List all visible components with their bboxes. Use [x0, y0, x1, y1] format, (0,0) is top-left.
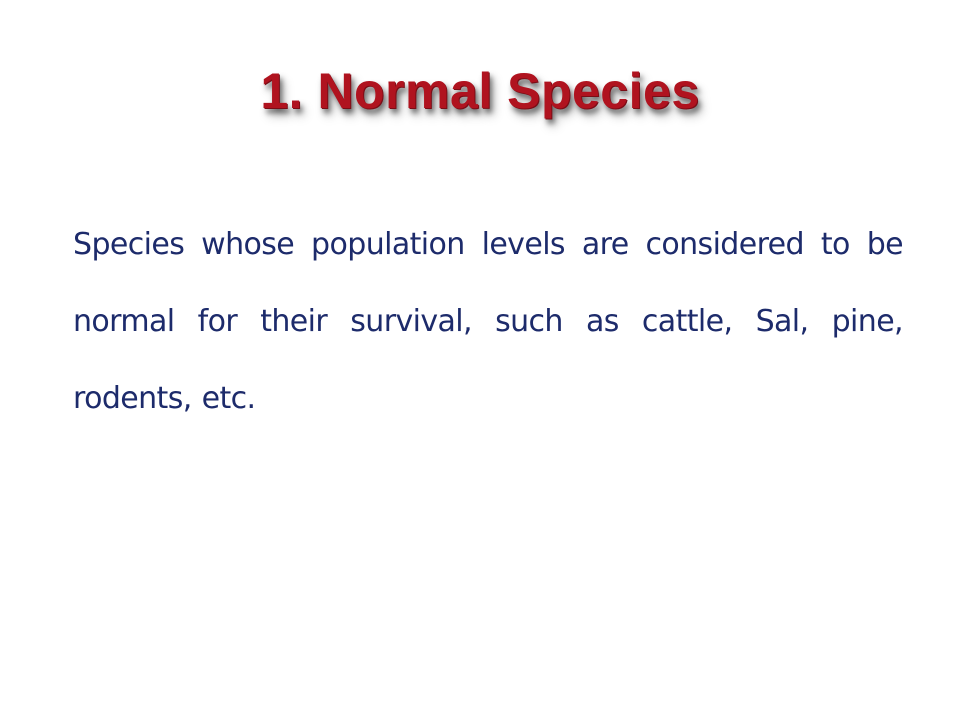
slide-body-text: Species whose population levels are cons…	[73, 227, 904, 416]
slide: 1. Normal Species Species whose populati…	[0, 0, 960, 720]
slide-title: 1. Normal Species	[260, 63, 700, 119]
